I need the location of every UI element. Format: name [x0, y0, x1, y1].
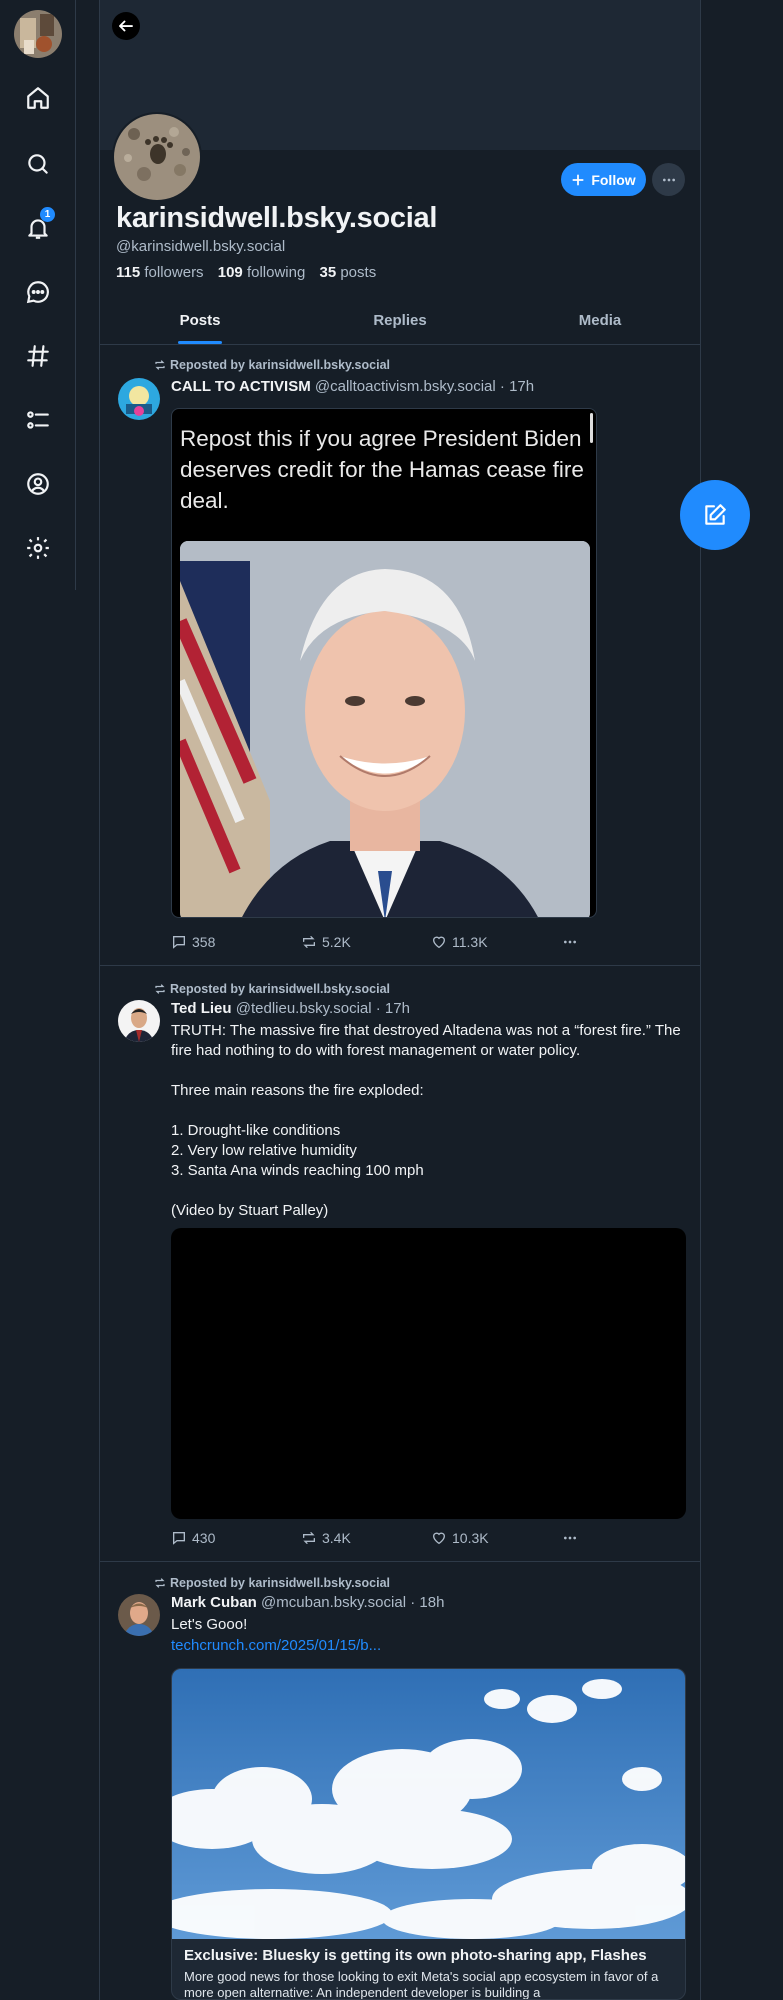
- author-name[interactable]: CALL TO ACTIVISM: [171, 378, 311, 395]
- ellipsis-icon: [561, 934, 579, 950]
- search-icon[interactable]: [20, 146, 56, 182]
- heart-icon: [431, 934, 447, 950]
- pencil-icon: [702, 502, 728, 528]
- repost-indicator: Reposted by karinsidwell.bsky.social: [154, 358, 390, 372]
- post-item[interactable]: Reposted by karinsidwell.bsky.social CAL…: [100, 346, 700, 966]
- like-button[interactable]: 11.3K: [431, 934, 488, 950]
- ellipsis-icon: [561, 1530, 579, 1546]
- repost-icon: [154, 1577, 166, 1589]
- chat-icon[interactable]: [20, 274, 56, 310]
- ellipsis-icon: [661, 172, 677, 188]
- post-link[interactable]: techcrunch.com/2025/01/15/b...: [171, 1636, 686, 1656]
- author-handle[interactable]: @tedlieu.bsky.social: [236, 1000, 372, 1017]
- arrow-left-icon: [117, 17, 135, 35]
- post-actions: 358 5.2K 11.3K: [171, 934, 591, 954]
- link-card-image: [172, 1669, 685, 1939]
- left-nav: 1: [0, 0, 76, 590]
- back-button[interactable]: [112, 12, 140, 40]
- profile-tabs: Posts Replies Media: [100, 300, 700, 345]
- post-header: Ted Lieu @tedlieu.bsky.social · 17h: [171, 1000, 410, 1017]
- author-avatar[interactable]: [118, 1594, 160, 1636]
- link-card-title: Exclusive: Bluesky is getting its own ph…: [184, 1947, 647, 1964]
- profile-handle: @karinsidwell.bsky.social: [116, 238, 286, 255]
- display-name: karinsidwell.bsky.social: [116, 202, 438, 234]
- post-text: TRUTH: The massive fire that destroyed A…: [171, 1022, 681, 1219]
- bell-icon[interactable]: 1: [20, 207, 56, 246]
- biden-photo: [180, 541, 590, 917]
- post-item[interactable]: Reposted by karinsidwell.bsky.social Ted…: [100, 966, 700, 1562]
- author-avatar[interactable]: [118, 1000, 160, 1042]
- gear-icon[interactable]: [20, 530, 56, 566]
- repost-icon: [301, 934, 317, 950]
- tab-media[interactable]: Media: [500, 300, 700, 344]
- posts-stat: 35 posts: [319, 264, 377, 281]
- author-avatar[interactable]: [118, 378, 160, 420]
- author-name[interactable]: Mark Cuban: [171, 1594, 257, 1611]
- notification-badge: 1: [40, 207, 55, 222]
- home-icon[interactable]: [20, 80, 56, 116]
- post-item[interactable]: Reposted by karinsidwell.bsky.social Mar…: [100, 1562, 700, 2000]
- repost-icon: [301, 1530, 317, 1546]
- post-image[interactable]: Repost this if you agree President Biden…: [171, 408, 597, 918]
- profile-more-button[interactable]: [652, 163, 685, 196]
- my-avatar[interactable]: [14, 10, 62, 58]
- reply-icon: [171, 1530, 187, 1546]
- repost-indicator: Reposted by karinsidwell.bsky.social: [154, 982, 390, 996]
- repost-button[interactable]: 5.2K: [301, 934, 351, 950]
- follow-button[interactable]: Follow: [561, 163, 646, 196]
- heart-icon: [431, 1530, 447, 1546]
- repost-indicator: Reposted by karinsidwell.bsky.social: [154, 1576, 390, 1590]
- post-time: · 17h: [499, 378, 535, 395]
- post-header: CALL TO ACTIVISM @calltoactivism.bsky.so…: [171, 378, 534, 395]
- author-handle[interactable]: @calltoactivism.bsky.social: [315, 378, 496, 395]
- reply-button[interactable]: 430: [171, 1530, 215, 1546]
- post-text: Let's Gooo!: [171, 1616, 248, 1633]
- tab-posts[interactable]: Posts: [100, 300, 300, 344]
- post-time: · 18h: [410, 1594, 445, 1611]
- post-video[interactable]: [171, 1228, 686, 1519]
- reply-icon: [171, 934, 187, 950]
- image-text: Repost this if you agree President Biden…: [180, 426, 584, 513]
- following-stat[interactable]: 109 following: [218, 264, 306, 281]
- post-more-button[interactable]: [561, 934, 579, 950]
- profile-avatar[interactable]: [112, 112, 202, 202]
- list-icon[interactable]: [20, 402, 56, 438]
- followers-stat[interactable]: 115 followers: [116, 264, 204, 281]
- repost-icon: [154, 983, 166, 995]
- post-time: · 17h: [375, 1000, 410, 1017]
- profile-stats: 115 followers 109 following 35 posts: [116, 264, 376, 281]
- main-column: Follow karinsidwell.bsky.social @karinsi…: [99, 0, 701, 2000]
- post-header: Mark Cuban @mcuban.bsky.social · 18h: [171, 1594, 444, 1611]
- author-handle[interactable]: @mcuban.bsky.social: [261, 1594, 406, 1611]
- plus-icon: [571, 173, 585, 187]
- tab-replies[interactable]: Replies: [300, 300, 500, 344]
- link-card[interactable]: Exclusive: Bluesky is getting its own ph…: [171, 1668, 686, 2000]
- repost-button[interactable]: 3.4K: [301, 1530, 351, 1546]
- compose-button[interactable]: [680, 480, 750, 550]
- link-card-description: More good news for those looking to exit…: [184, 1969, 659, 2000]
- post-more-button[interactable]: [561, 1530, 579, 1546]
- profile-icon[interactable]: [20, 466, 56, 502]
- post-actions: 430 3.4K 10.3K: [171, 1530, 591, 1550]
- author-name[interactable]: Ted Lieu: [171, 1000, 232, 1017]
- reply-button[interactable]: 358: [171, 934, 215, 950]
- like-button[interactable]: 10.3K: [431, 1530, 489, 1546]
- hashtag-icon[interactable]: [20, 338, 56, 374]
- follow-label: Follow: [591, 171, 636, 188]
- repost-icon: [154, 359, 166, 371]
